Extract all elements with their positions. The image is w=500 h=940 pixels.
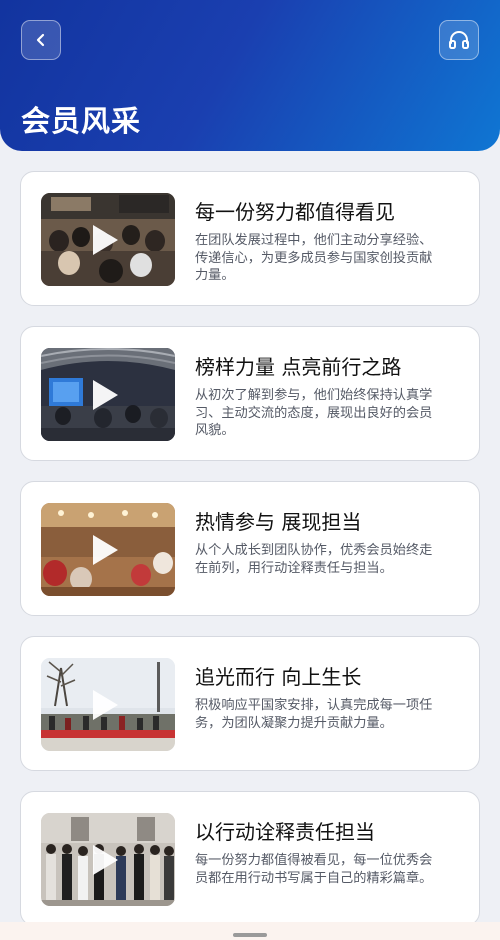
play-icon: [93, 380, 118, 410]
story-description: 从初次了解到参与，他们始终保持认真学习、主动交流的态度，展现出良好的会员风貌。: [195, 388, 433, 438]
play-icon: [93, 690, 118, 720]
story-title: 每一份努力都值得看见: [195, 200, 395, 224]
headphones-icon: [449, 31, 469, 49]
story-title: 热情参与 展现担当: [195, 510, 362, 534]
story-description: 在团队发展过程中，他们主动分享经验、传递信心，为更多成员参与国家创投贡献力量。: [195, 233, 433, 283]
support-button[interactable]: [439, 20, 479, 60]
video-thumbnail[interactable]: [41, 193, 175, 286]
story-description: 每一份努力都值得被看见，每一位优秀会员都在用行动书写属于自己的精彩篇章。: [195, 853, 433, 886]
page-title: 会员风采: [21, 104, 142, 138]
home-indicator: [233, 933, 267, 937]
chevron-left-icon: [36, 33, 45, 47]
play-icon: [93, 535, 118, 565]
home-indicator-bar: [0, 922, 500, 940]
video-thumbnail[interactable]: [41, 813, 175, 906]
video-thumbnail[interactable]: [41, 658, 175, 751]
member-story-list: 每一份努力都值得看见 在团队发展过程中，他们主动分享经验、传递信心，为更多成员参…: [20, 171, 480, 940]
story-title: 以行动诠释责任担当: [195, 820, 375, 844]
video-thumbnail[interactable]: [41, 503, 175, 596]
story-card[interactable]: 每一份努力都值得看见 在团队发展过程中，他们主动分享经验、传递信心，为更多成员参…: [20, 171, 480, 306]
story-title: 追光而行 向上生长: [195, 665, 362, 689]
story-title: 榜样力量 点亮前行之路: [195, 355, 402, 379]
header: 会员风采: [0, 0, 500, 151]
video-thumbnail[interactable]: [41, 348, 175, 441]
play-icon: [93, 225, 118, 255]
story-card[interactable]: 榜样力量 点亮前行之路 从初次了解到参与，他们始终保持认真学习、主动交流的态度，…: [20, 326, 480, 461]
story-description: 从个人成长到团队协作，优秀会员始终走在前列，用行动诠释责任与担当。: [195, 543, 433, 576]
story-description: 积极响应平国家安排，认真完成每一项任务，为团队凝聚力提升贡献力量。: [195, 698, 433, 731]
back-button[interactable]: [21, 20, 61, 60]
story-card[interactable]: 以行动诠释责任担当 每一份努力都值得被看见，每一位优秀会员都在用行动书写属于自己…: [20, 791, 480, 926]
story-card[interactable]: 追光而行 向上生长 积极响应平国家安排，认真完成每一项任务，为团队凝聚力提升贡献…: [20, 636, 480, 771]
story-card[interactable]: 热情参与 展现担当 从个人成长到团队协作，优秀会员始终走在前列，用行动诠释责任与…: [20, 481, 480, 616]
play-icon: [93, 845, 118, 875]
